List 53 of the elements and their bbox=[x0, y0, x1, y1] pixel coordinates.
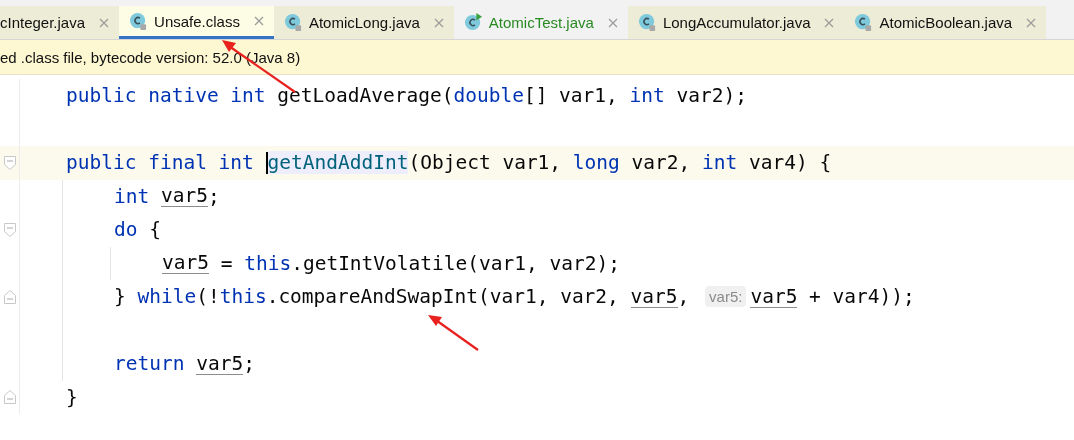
code-text: } bbox=[66, 385, 78, 409]
keyword: this bbox=[244, 251, 292, 275]
variable-name: var5 bbox=[196, 352, 244, 375]
code-text: ; bbox=[207, 184, 220, 208]
code-text: } bbox=[114, 285, 127, 309]
annotation-arrow bbox=[428, 315, 479, 351]
editor-tab[interactable]: AtomicLong.java bbox=[273, 6, 454, 39]
code-text: var2); bbox=[675, 84, 747, 108]
code-text: var4) { bbox=[748, 151, 832, 175]
code-text: [] var1, bbox=[523, 84, 619, 108]
keyword: while bbox=[137, 285, 197, 309]
keyword: long bbox=[572, 151, 620, 175]
banner-text: ed .class file, bytecode version: 52.0 (Java 8) bbox=[0, 48, 301, 66]
keyword: public native int bbox=[66, 84, 266, 108]
code-text: .compareAndSwapInt(var1, var2, bbox=[266, 285, 620, 309]
code-text: (! bbox=[196, 285, 220, 309]
editor-tab[interactable]: cInteger.java bbox=[0, 6, 120, 39]
code-text: ; bbox=[243, 352, 255, 376]
close-icon[interactable] bbox=[607, 17, 618, 28]
keyword: int bbox=[114, 184, 151, 208]
code-text: + var4)); bbox=[808, 285, 915, 309]
fold-icon[interactable] bbox=[3, 155, 16, 170]
fold-icon[interactable] bbox=[3, 289, 16, 304]
code-text: var2, bbox=[630, 151, 692, 175]
keyword: this bbox=[219, 285, 267, 309]
code-text: = bbox=[219, 251, 234, 275]
close-icon[interactable] bbox=[99, 17, 110, 28]
variable-name: var5 bbox=[160, 185, 208, 208]
keyword: int bbox=[629, 84, 665, 108]
close-icon[interactable] bbox=[433, 17, 444, 28]
editor-tab[interactable]: AtomicBoolean.java bbox=[844, 6, 1047, 39]
code-text: , bbox=[677, 285, 691, 309]
method-name: getAndAddInt bbox=[267, 151, 409, 175]
keyword: return bbox=[114, 352, 186, 376]
editor-tab[interactable]: LongAccumulator.java bbox=[627, 6, 845, 39]
keyword: int bbox=[702, 151, 738, 175]
parameter-hint: var5: bbox=[705, 286, 747, 308]
fold-icon[interactable] bbox=[3, 390, 16, 405]
editor-tab[interactable]: Unsafe.class bbox=[119, 6, 274, 39]
code-text: { bbox=[148, 218, 161, 242]
code-text: .getIntVolatile(var1, var2); bbox=[291, 251, 620, 275]
keyword: do bbox=[114, 218, 138, 242]
keyword: double bbox=[453, 84, 524, 108]
close-icon[interactable] bbox=[1026, 17, 1037, 28]
close-icon[interactable] bbox=[824, 17, 835, 28]
fold-icon[interactable] bbox=[3, 222, 16, 237]
keyword: public final int bbox=[66, 151, 255, 175]
close-icon[interactable] bbox=[253, 16, 264, 26]
code-text: (Object var1, bbox=[408, 151, 563, 175]
variable-name: var5 bbox=[630, 285, 678, 308]
variable-name: var5 bbox=[750, 285, 798, 308]
variable-name: var5 bbox=[162, 252, 209, 275]
code-text: getLoadAverage( bbox=[276, 84, 454, 108]
